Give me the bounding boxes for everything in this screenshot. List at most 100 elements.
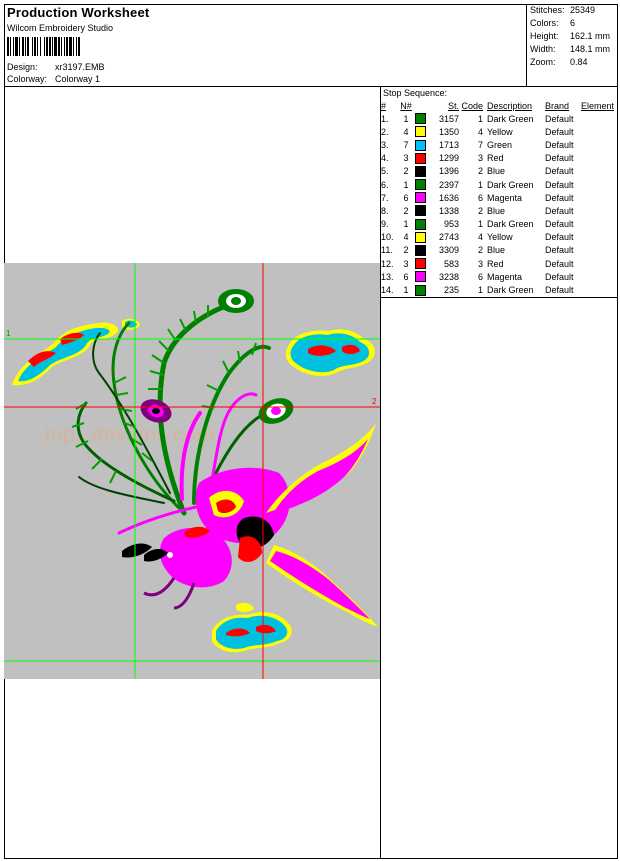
row-stitches: 1338 xyxy=(438,205,459,216)
header-column-divider xyxy=(526,4,527,87)
design-row: Design: xr3197.EMB xyxy=(7,62,105,72)
row-swatch xyxy=(413,270,427,283)
row-brand: Default xyxy=(545,285,574,296)
stat-label: Width: xyxy=(530,44,556,54)
table-row: 3. 7 1713 7 Green Default xyxy=(381,138,617,151)
row-description: Green xyxy=(487,139,513,150)
row-stitches: 1299 xyxy=(438,153,459,164)
design-value: xr3197.EMB xyxy=(55,62,105,72)
stop-sequence-title: Stop Sequence: xyxy=(383,88,448,98)
row-needle: 2 xyxy=(403,205,409,216)
col-header-needle: N# xyxy=(400,101,412,111)
row-code: 2 xyxy=(477,166,483,177)
row-stitches: 1350 xyxy=(438,126,459,137)
row-element xyxy=(581,257,617,270)
table-row: 1. 1 3157 1 Dark Green Default xyxy=(381,112,617,125)
row-swatch xyxy=(413,178,427,191)
row-element xyxy=(581,178,617,191)
row-description: Yellow xyxy=(487,232,513,243)
table-row: 2. 4 1350 4 Yellow Default xyxy=(381,125,617,138)
stat-value: 6 xyxy=(570,18,576,28)
table-row: 4. 3 1299 3 Red Default xyxy=(381,152,617,165)
row-stitches: 3157 xyxy=(438,113,459,124)
company-name: Wilcom Embroidery Studio xyxy=(7,23,114,33)
guide-label-1: 1 xyxy=(6,329,11,338)
row-code: 4 xyxy=(477,232,483,243)
row-needle: 2 xyxy=(403,166,409,177)
row-brand: Default xyxy=(545,153,574,164)
row-description: Magenta xyxy=(487,192,523,203)
row-swatch xyxy=(413,165,427,178)
guide-label-2: 2 xyxy=(372,397,377,406)
row-stitches: 583 xyxy=(443,258,459,269)
col-header-num: # xyxy=(381,101,387,111)
table-divider xyxy=(380,297,618,298)
row-element xyxy=(581,165,617,178)
stat-value: 162.1 mm xyxy=(570,31,611,41)
table-row: 6. 1 2397 1 Dark Green Default xyxy=(381,178,617,191)
row-needle: 1 xyxy=(403,179,409,190)
color-swatch xyxy=(415,113,426,125)
row-brand: Default xyxy=(545,179,574,190)
row-code: 1 xyxy=(477,113,483,124)
table-row: 12. 3 583 3 Red Default xyxy=(381,257,617,270)
row-number: 7. xyxy=(381,192,389,203)
row-needle: 1 xyxy=(403,113,409,124)
row-stitches: 3309 xyxy=(438,245,459,256)
row-brand: Default xyxy=(545,205,574,216)
row-number: 11. xyxy=(381,245,393,256)
row-swatch xyxy=(413,244,427,257)
stop-sequence-table: # N# St. Code Description Brand Element … xyxy=(381,100,617,297)
row-element xyxy=(581,112,617,125)
row-needle: 3 xyxy=(403,153,409,164)
col-header-swatch xyxy=(413,100,427,112)
color-swatch xyxy=(415,139,426,151)
colorway-value: Colorway 1 xyxy=(55,74,101,84)
row-brand: Default xyxy=(545,166,574,177)
color-swatch xyxy=(415,271,426,283)
row-brand: Default xyxy=(545,232,574,243)
row-description: Yellow xyxy=(487,126,513,137)
color-swatch xyxy=(415,258,426,270)
row-code: 6 xyxy=(477,271,483,282)
colorway-row: Colorway: Colorway 1 xyxy=(7,74,100,84)
color-swatch xyxy=(415,231,426,243)
stat-value: 25349 xyxy=(570,5,596,15)
row-number: 10. xyxy=(381,232,394,243)
row-element xyxy=(581,152,617,165)
row-swatch xyxy=(413,231,427,244)
row-swatch xyxy=(413,191,427,204)
row-element xyxy=(581,138,617,151)
stat-stitches: Stitches: 25349 xyxy=(530,5,595,15)
col-header-code: Code xyxy=(461,101,483,111)
color-swatch xyxy=(415,218,426,230)
stat-zoom: Zoom: 0.84 xyxy=(530,57,588,67)
row-needle: 1 xyxy=(403,285,409,296)
table-row: 13. 6 3238 6 Magenta Default xyxy=(381,270,617,283)
row-description: Dark Green xyxy=(487,285,534,296)
row-number: 14. xyxy=(381,285,394,296)
row-stitches: 1713 xyxy=(438,139,459,150)
color-swatch xyxy=(415,152,426,164)
row-description: Red xyxy=(487,258,504,269)
barcode-icon xyxy=(7,37,80,56)
stat-label: Stitches: xyxy=(530,5,565,15)
row-description: Red xyxy=(487,153,504,164)
row-description: Blue xyxy=(487,245,506,256)
row-needle: 6 xyxy=(403,271,409,282)
row-needle: 1 xyxy=(403,219,409,230)
row-swatch xyxy=(413,138,427,151)
col-header-description: Description xyxy=(487,101,533,111)
row-code: 3 xyxy=(477,258,483,269)
design-label: Design: xyxy=(7,62,38,72)
row-needle: 4 xyxy=(403,126,409,137)
stat-value: 0.84 xyxy=(570,57,588,67)
col-header-brand: Brand xyxy=(545,101,570,111)
row-brand: Default xyxy=(545,219,574,230)
row-description: Blue xyxy=(487,166,506,177)
row-element xyxy=(581,204,617,217)
stat-width: Width: 148.1 mm xyxy=(530,44,610,54)
row-swatch xyxy=(413,112,427,125)
cloud-bottom xyxy=(212,602,292,653)
table-row: 14. 1 235 1 Dark Green Default xyxy=(381,283,617,296)
